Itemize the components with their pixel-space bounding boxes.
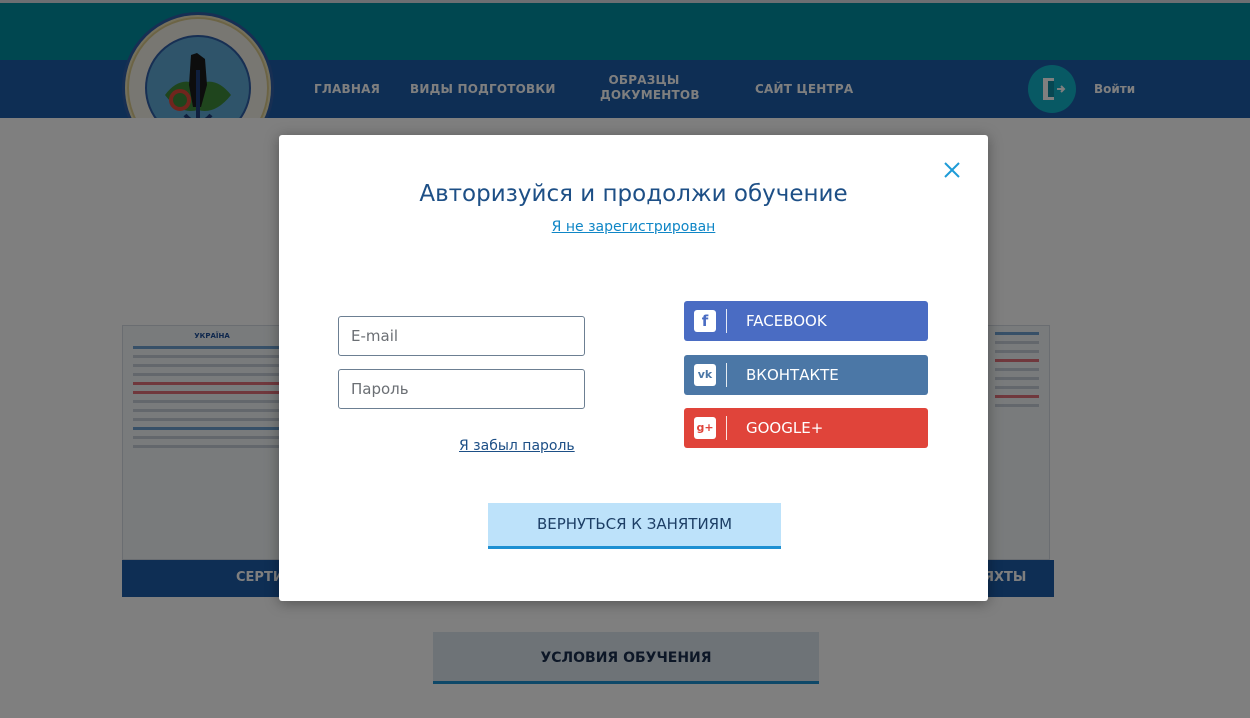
separator xyxy=(726,416,727,440)
password-field[interactable] xyxy=(338,369,585,409)
google-label: GOOGLE+ xyxy=(746,419,824,437)
vkontakte-label: ВКОНТАКТЕ xyxy=(746,366,839,384)
separator xyxy=(726,309,727,333)
register-link[interactable]: Я не зарегистрирован xyxy=(279,219,988,235)
separator xyxy=(726,363,727,387)
close-icon xyxy=(944,162,960,178)
google-login-button[interactable]: g+ GOOGLE+ xyxy=(684,408,928,448)
facebook-login-button[interactable]: f FACEBOOK xyxy=(684,301,928,341)
facebook-icon: f xyxy=(694,310,716,332)
google-plus-icon: g+ xyxy=(694,417,716,439)
email-field[interactable] xyxy=(338,316,585,356)
modal-title: Авторизуйся и продолжи обучение xyxy=(419,181,848,207)
facebook-label: FACEBOOK xyxy=(746,312,827,330)
forgot-password-link[interactable]: Я забыл пароль xyxy=(459,438,575,454)
back-to-lessons-button[interactable]: ВЕРНУТЬСЯ К ЗАНЯТИЯМ xyxy=(488,503,781,549)
vk-icon: vk xyxy=(694,364,716,386)
login-modal: Авторизуйся и продолжи обучение Я не зар… xyxy=(279,135,988,601)
close-button[interactable] xyxy=(941,159,963,181)
vkontakte-login-button[interactable]: vk ВКОНТАКТЕ xyxy=(684,355,928,395)
